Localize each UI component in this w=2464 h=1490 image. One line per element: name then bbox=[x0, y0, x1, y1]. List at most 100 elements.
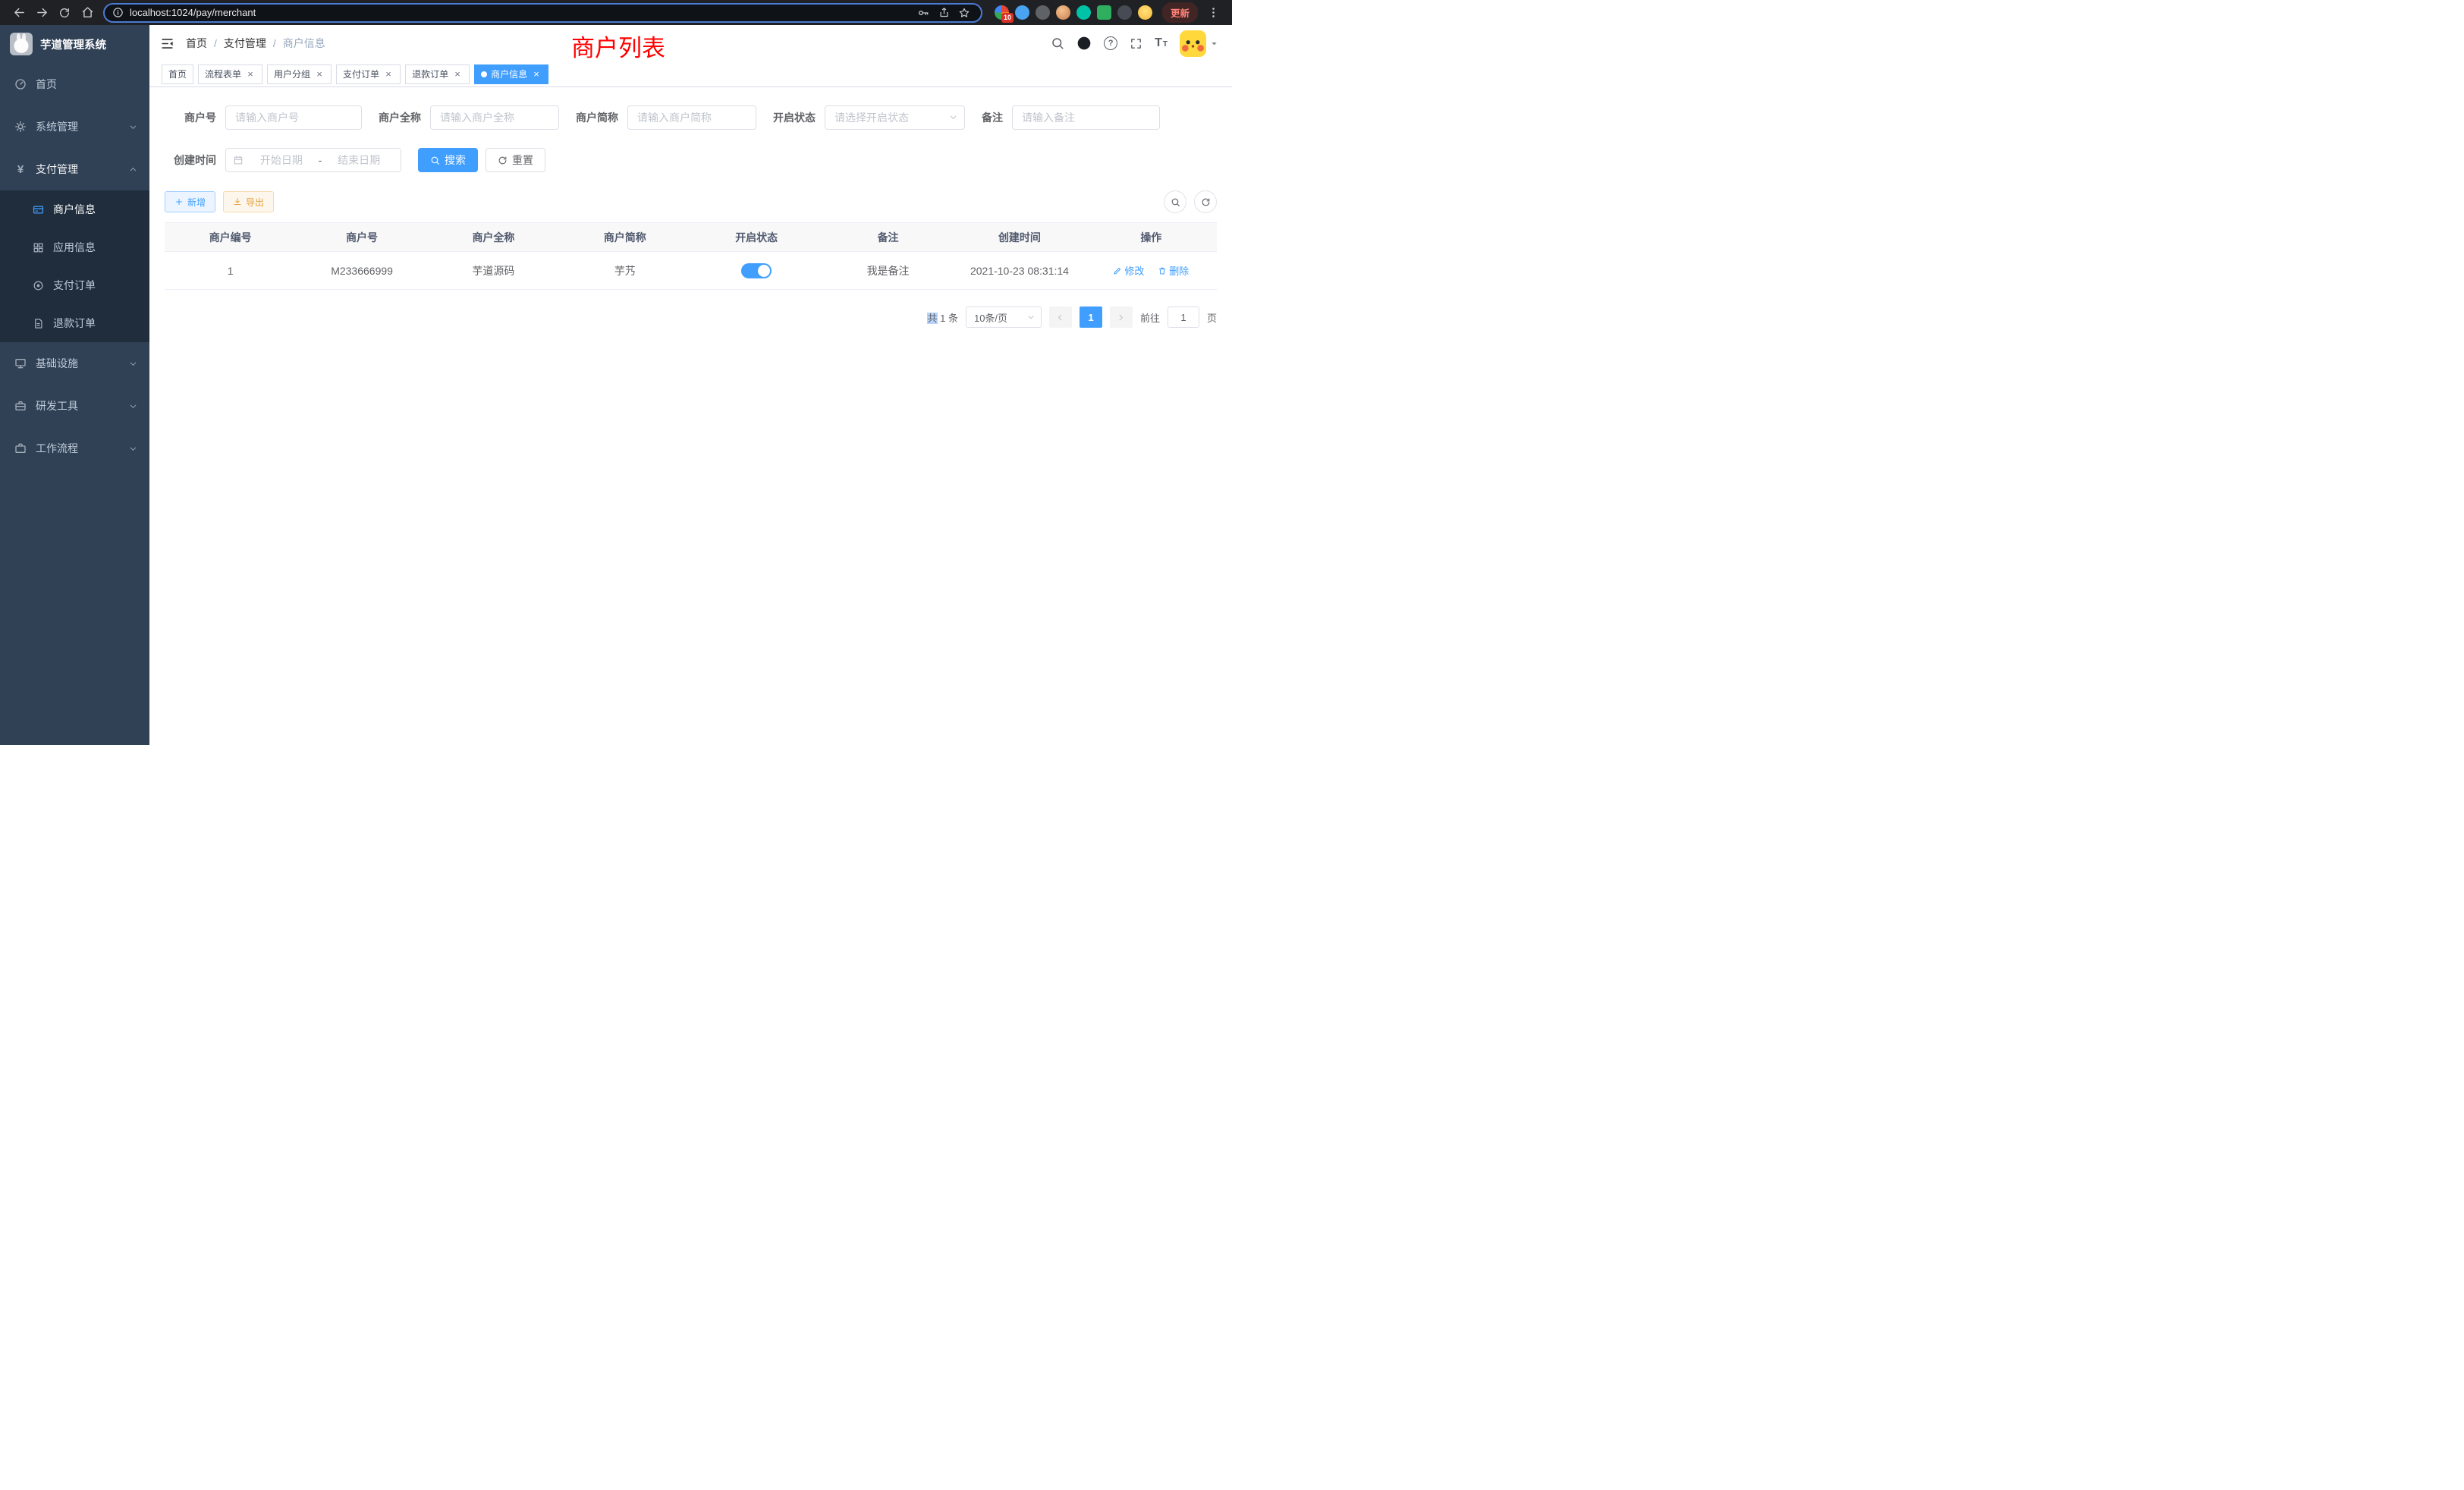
pagination: 共 1 条 10条/页 1 前往 页 bbox=[165, 306, 1217, 328]
breadcrumb-item-payment[interactable]: 支付管理 bbox=[224, 36, 266, 51]
form-item-create-time: 创建时间 开始日期 - 结束日期 bbox=[165, 148, 401, 172]
create-time-range-picker[interactable]: 开始日期 - 结束日期 bbox=[225, 148, 401, 172]
payment-submenu: 商户信息 应用信息 支付订单 退款订单 bbox=[0, 190, 149, 342]
export-button[interactable]: 导出 bbox=[223, 191, 274, 212]
tab-user-group[interactable]: 用户分组 × bbox=[267, 64, 332, 84]
edit-link[interactable]: 修改 bbox=[1113, 263, 1144, 278]
bookmark-star-icon[interactable] bbox=[954, 4, 975, 22]
sidebar-item-system[interactable]: 系统管理 bbox=[0, 105, 149, 148]
column-header: 商户简称 bbox=[559, 223, 690, 252]
share-icon[interactable] bbox=[934, 4, 954, 22]
extension-icon-1[interactable]: 10 bbox=[995, 5, 1009, 20]
short-name-input[interactable] bbox=[627, 105, 756, 130]
edit-label: 修改 bbox=[1124, 263, 1144, 278]
help-icon[interactable]: ? bbox=[1104, 36, 1117, 50]
tab-home[interactable]: 首页 bbox=[162, 64, 193, 84]
reset-button[interactable]: 重置 bbox=[486, 148, 545, 172]
date-start-placeholder: 开始日期 bbox=[247, 152, 316, 168]
date-range-separator: - bbox=[316, 154, 325, 166]
password-key-icon[interactable] bbox=[913, 4, 934, 22]
search-button-label: 搜索 bbox=[445, 152, 466, 168]
chevron-down-icon bbox=[1026, 313, 1036, 322]
tab-merchant-info-active[interactable]: 商户信息 × bbox=[474, 64, 548, 84]
browser-home-button[interactable] bbox=[76, 2, 99, 24]
extension-icon-3[interactable] bbox=[1036, 5, 1050, 20]
column-header: 操作 bbox=[1086, 223, 1217, 252]
breadcrumb-item-home[interactable]: 首页 bbox=[186, 36, 207, 51]
field-label: 创建时间 bbox=[165, 152, 225, 168]
refresh-table-icon-button[interactable] bbox=[1194, 190, 1217, 213]
status-toggle[interactable] bbox=[741, 263, 772, 278]
extension-icon-6[interactable] bbox=[1097, 5, 1111, 20]
search-form-row-2: 创建时间 开始日期 - 结束日期 搜索 重置 bbox=[165, 148, 1217, 172]
table-toolbar: 新增 导出 bbox=[165, 190, 1217, 213]
logo-avatar bbox=[10, 33, 33, 55]
tab-process-form[interactable]: 流程表单 × bbox=[198, 64, 262, 84]
sidebar-item-workflow[interactable]: 工作流程 bbox=[0, 427, 149, 470]
app-logo[interactable]: 芋道管理系统 bbox=[0, 25, 149, 63]
sidebar-item-app-info[interactable]: 应用信息 bbox=[0, 228, 149, 266]
extension-icon-4[interactable] bbox=[1056, 5, 1070, 20]
sidebar-item-dev-tools[interactable]: 研发工具 bbox=[0, 385, 149, 427]
sidebar-item-pay-orders[interactable]: 支付订单 bbox=[0, 266, 149, 304]
tab-close-icon[interactable]: × bbox=[245, 69, 256, 80]
extension-icon-5[interactable] bbox=[1076, 5, 1091, 20]
toggle-search-icon-button[interactable] bbox=[1164, 190, 1186, 213]
tab-pay-orders[interactable]: 支付订单 × bbox=[336, 64, 401, 84]
merchant-no-input[interactable] bbox=[225, 105, 362, 130]
browser-back-button[interactable] bbox=[8, 2, 30, 24]
browser-menu-icon[interactable] bbox=[1202, 2, 1224, 24]
goto-page-input[interactable] bbox=[1168, 306, 1199, 328]
cell-actions: 修改 删除 bbox=[1086, 252, 1217, 290]
status-select-input[interactable] bbox=[825, 105, 965, 130]
page-number-1[interactable]: 1 bbox=[1080, 306, 1102, 328]
browser-reload-button[interactable] bbox=[53, 2, 76, 24]
sidebar-item-refund-orders[interactable]: 退款订单 bbox=[0, 304, 149, 342]
extension-icon-7[interactable] bbox=[1117, 5, 1132, 20]
navbar-actions: ? TT bbox=[1051, 30, 1218, 57]
tab-close-icon[interactable]: × bbox=[314, 69, 325, 80]
font-big-glyph: T bbox=[1155, 37, 1162, 49]
tab-close-icon[interactable]: × bbox=[531, 69, 542, 80]
sidebar-item-infrastructure[interactable]: 基础设施 bbox=[0, 342, 149, 385]
tab-close-icon[interactable]: × bbox=[452, 69, 463, 80]
extension-icon-8[interactable] bbox=[1138, 5, 1152, 20]
grid-icon bbox=[33, 242, 44, 253]
status-select[interactable] bbox=[825, 105, 965, 130]
add-button[interactable]: 新增 bbox=[165, 191, 215, 212]
delete-link[interactable]: 删除 bbox=[1158, 263, 1189, 278]
browser-update-button[interactable]: 更新 bbox=[1162, 2, 1198, 23]
github-icon[interactable] bbox=[1076, 36, 1092, 51]
table-header-row: 商户编号 商户号 商户全称 商户简称 开启状态 备注 创建时间 操作 bbox=[165, 223, 1217, 252]
full-name-input[interactable] bbox=[430, 105, 559, 130]
search-icon bbox=[430, 156, 440, 165]
gear-icon bbox=[14, 121, 27, 133]
page-info-icon[interactable] bbox=[112, 7, 124, 18]
avatar[interactable] bbox=[1180, 30, 1206, 57]
sidebar-fold-icon[interactable] bbox=[160, 36, 174, 51]
user-menu[interactable] bbox=[1180, 30, 1218, 57]
extension-icon-2[interactable] bbox=[1015, 5, 1029, 20]
tab-close-icon[interactable]: × bbox=[383, 69, 394, 80]
tab-label: 支付订单 bbox=[343, 68, 379, 80]
column-header: 商户号 bbox=[296, 223, 427, 252]
page-size-select[interactable]: 10条/页 bbox=[966, 306, 1042, 328]
sidebar-item-merchant-info[interactable]: 商户信息 bbox=[0, 190, 149, 228]
column-header: 商户全称 bbox=[428, 223, 559, 252]
sidebar-item-payment[interactable]: ¥ 支付管理 bbox=[0, 148, 149, 190]
header-search-icon[interactable] bbox=[1051, 36, 1064, 50]
font-size-icon[interactable]: TT bbox=[1155, 37, 1168, 49]
briefcase-icon bbox=[14, 442, 27, 454]
remark-input[interactable] bbox=[1012, 105, 1160, 130]
prev-page-button[interactable] bbox=[1049, 306, 1072, 328]
next-page-button[interactable] bbox=[1110, 306, 1133, 328]
tab-refund-orders[interactable]: 退款订单 × bbox=[405, 64, 470, 84]
url-text: localhost:1024/pay/merchant bbox=[130, 7, 256, 18]
chevron-down-icon bbox=[128, 444, 138, 454]
sidebar-item-home[interactable]: 首页 bbox=[0, 63, 149, 105]
fullscreen-icon[interactable] bbox=[1130, 37, 1142, 50]
browser-forward-button[interactable] bbox=[30, 2, 53, 24]
search-button[interactable]: 搜索 bbox=[418, 148, 478, 172]
tab-label: 用户分组 bbox=[274, 68, 310, 80]
address-bar[interactable]: localhost:1024/pay/merchant bbox=[103, 3, 982, 23]
